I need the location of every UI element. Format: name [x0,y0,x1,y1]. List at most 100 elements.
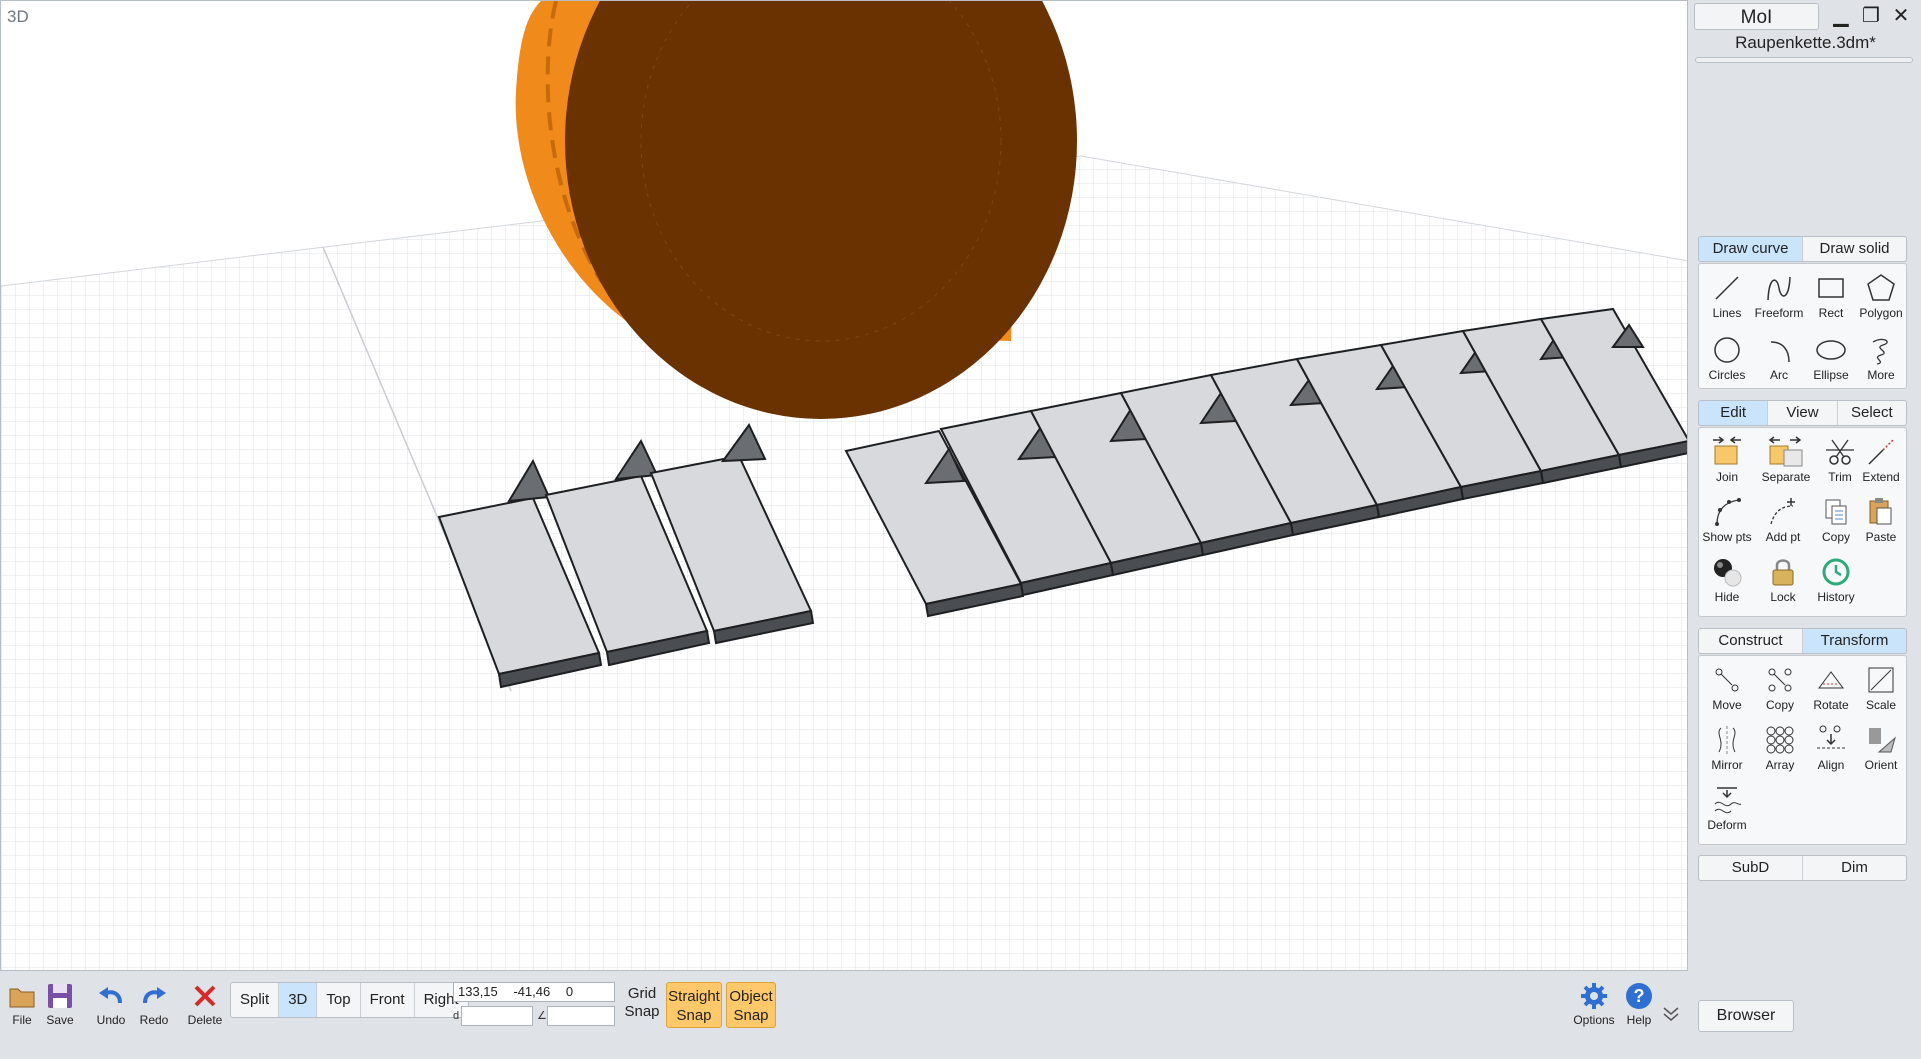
panel-splitter[interactable] [1695,57,1913,63]
delete-button[interactable]: Delete [183,981,227,1037]
options-button[interactable]: Options [1572,981,1616,1037]
deform-icon [1714,787,1742,814]
tab-edit[interactable]: Edit [1699,401,1769,425]
spiral-icon [1872,338,1888,365]
arc-tool[interactable]: Arc [1752,332,1806,390]
tab-transform[interactable]: Transform [1803,629,1906,653]
tab-view[interactable]: View [1768,401,1838,425]
paste-tool[interactable]: Paste [1854,494,1908,552]
tab-select[interactable]: Select [1838,401,1906,425]
app-title[interactable]: MoI [1694,3,1819,30]
scene-canvas[interactable] [1,1,1688,971]
mirror-icon [1718,726,1736,754]
minimize-button[interactable]: ▁ [1828,4,1854,30]
edit-tabs: Edit View Select [1698,400,1907,426]
object-snap-toggle[interactable]: Object Snap [726,982,776,1028]
grid-snap-toggle[interactable]: Grid Snap [620,985,664,1021]
line-icon [1715,276,1739,300]
copy-icon [1825,499,1847,525]
more-curves-tool[interactable]: More [1854,332,1908,390]
delete-icon [194,985,216,1007]
hide-icon [1714,559,1742,587]
file-name: Raupenkette.3dm* [1735,33,1876,52]
extend-icon [1868,439,1894,465]
extend-tool[interactable]: Extend [1854,434,1908,492]
edit-tools: Join Separate Trim Extend Show pts Add p… [1698,427,1907,617]
svg-text:?: ? [1634,986,1645,1006]
restore-button[interactable]: ❐ [1858,4,1884,30]
rect-icon [1818,278,1844,298]
rect-tool[interactable]: Rect [1804,270,1858,328]
view-3d[interactable]: 3D [279,983,318,1017]
circles-tool[interactable]: Circles [1700,332,1754,390]
mirror-tool[interactable]: Mirror [1700,722,1754,780]
redo-button[interactable]: Redo [132,981,176,1037]
move-tool[interactable]: Move [1700,662,1754,720]
floppy-icon [48,984,72,1008]
coordinate-readout[interactable]: 133,15 -41,46 0 [453,982,615,1002]
join-icon [1713,436,1741,465]
viewport-3d[interactable]: 3D [0,0,1688,971]
distance-field[interactable] [461,1006,533,1026]
transform-tools: Move Copy Rotate Scale Mirror Array Alig… [1698,655,1907,845]
orient-icon [1869,728,1896,753]
tab-construct[interactable]: Construct [1699,629,1803,653]
lock-tool[interactable]: Lock [1756,554,1810,612]
freeform-icon [1767,276,1791,301]
help-icon: ? [1626,983,1652,1009]
view-split[interactable]: Split [231,983,280,1017]
lock-icon [1772,559,1794,586]
move-icon [1715,668,1739,692]
polygon-tool[interactable]: Polygon [1854,270,1908,328]
tab-draw-curve[interactable]: Draw curve [1699,237,1803,261]
copy-object-tool[interactable]: Copy [1753,662,1807,720]
help-button[interactable]: ? Help [1617,981,1661,1037]
tab-draw-solid[interactable]: Draw solid [1803,237,1906,261]
redo-icon [143,987,166,1004]
tab-subd[interactable]: SubD [1699,856,1803,880]
history-tool[interactable]: History [1809,554,1863,612]
array-tool[interactable]: Array [1753,722,1807,780]
ellipse-tool[interactable]: Ellipse [1804,332,1858,390]
view-top[interactable]: Top [317,983,361,1017]
tab-dim[interactable]: Dim [1803,856,1906,880]
ellipse-icon [1816,340,1846,360]
join-tool[interactable]: Join [1700,434,1754,492]
array-icon [1766,726,1794,754]
undo-button[interactable]: Undo [89,981,133,1037]
copy-transform-icon [1768,668,1792,692]
distance-label: d [453,1010,460,1022]
freeform-tool[interactable]: Freeform [1752,270,1806,328]
gear-icon [1581,983,1607,1009]
collapse-button[interactable] [1656,1003,1686,1059]
folder-icon [9,988,35,1008]
arc-icon [1770,341,1790,363]
scissors-icon [1826,439,1854,465]
show-points-icon [1715,498,1741,526]
close-button[interactable]: ✕ [1888,4,1914,30]
scale-tool[interactable]: Scale [1854,662,1908,720]
align-icon [1817,725,1845,749]
lines-tool[interactable]: Lines [1700,270,1754,328]
draw-tabs: Draw curve Draw solid [1698,236,1907,262]
show-points-tool[interactable]: Show pts [1700,494,1754,552]
deform-tool[interactable]: Deform [1700,782,1754,840]
rotate-tool[interactable]: Rotate [1804,662,1858,720]
angle-field[interactable] [547,1006,615,1026]
add-point-tool[interactable]: Add pt [1756,494,1810,552]
orient-tool[interactable]: Orient [1854,722,1908,780]
hide-tool[interactable]: Hide [1700,554,1754,612]
viewport-label: 3D [7,7,29,26]
save-button[interactable]: Save [38,981,82,1037]
separate-icon [1768,436,1803,467]
view-front[interactable]: Front [361,983,415,1017]
history-icon [1822,558,1850,586]
straight-snap-toggle[interactable]: Straight Snap [666,982,722,1028]
align-tool[interactable]: Align [1804,722,1858,780]
separate-tool[interactable]: Separate [1759,434,1813,492]
browser-button[interactable]: Browser [1698,1000,1794,1032]
rotate-icon [1818,671,1844,689]
add-point-icon [1770,498,1795,525]
draw-curve-tools: Lines Freeform Rect Polygon Circles Arc … [1698,263,1907,389]
polygon-icon [1867,274,1895,301]
